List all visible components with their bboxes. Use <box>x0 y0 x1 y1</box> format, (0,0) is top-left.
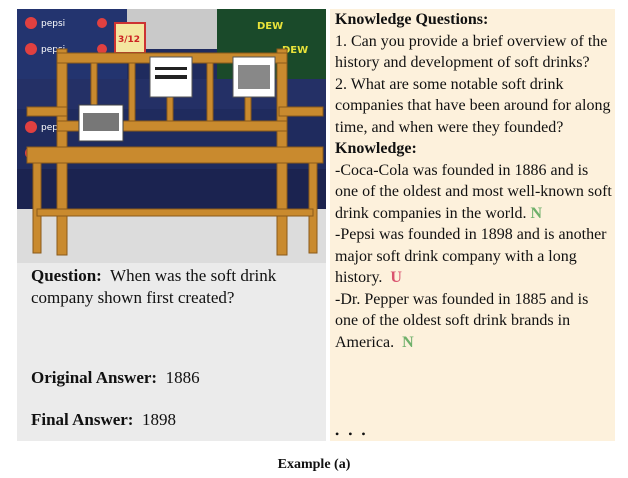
qa-block: Question: When was the soft drink compan… <box>31 265 321 429</box>
final-answer-label: Final Answer: <box>31 410 134 429</box>
original-answer: Original Answer: 1886 <box>31 367 200 389</box>
right-panel: Knowledge Questions: 1. Can you provide … <box>330 9 615 441</box>
example-caption: Example (a) <box>277 457 351 472</box>
original-answer-label: Original Answer: <box>31 368 158 387</box>
knowledge-heading: Knowledge: <box>335 140 417 157</box>
pepsi-sign-1: pepsi <box>41 19 65 29</box>
knowledge-questions-heading: Knowledge Questions: <box>335 11 489 28</box>
knowledge-question-2: 2. What are some notable soft drink comp… <box>335 75 611 136</box>
original-answer-value: 1886 <box>165 368 200 387</box>
knowledge-item-1: -Coca-Cola was founded in 1886 and is on… <box>335 160 615 225</box>
dew-sign-1: DEW <box>257 21 283 32</box>
left-panel: pepsi pepsi pepsi pepsi DEW DEW 3/12 <box>17 9 326 441</box>
novel-mark: N <box>530 204 543 222</box>
knowledge-item-2-text: -Pepsi was founded in 1898 and is anothe… <box>335 226 607 286</box>
question: Question: When was the soft drink compan… <box>31 265 321 309</box>
knowledge-item-3: -Dr. Pepper was founded in 1885 and is o… <box>335 289 615 354</box>
question-label: Question: <box>31 266 102 285</box>
price-tag: 3/12 <box>118 35 140 45</box>
ellipsis: • • • <box>335 427 369 441</box>
bench-photo-illustration: pepsi pepsi pepsi pepsi DEW DEW 3/12 <box>17 9 326 263</box>
novel-mark: N <box>402 333 414 351</box>
useful-mark: U <box>390 269 402 286</box>
knowledge-item-2: -Pepsi was founded in 1898 and is anothe… <box>335 224 615 289</box>
final-answer: Final Answer: 1898 <box>31 409 176 431</box>
knowledge-item-1-text: -Coca-Cola was founded in 1886 and is on… <box>335 161 612 222</box>
bench-photo: pepsi pepsi pepsi pepsi DEW DEW 3/12 <box>17 9 326 263</box>
final-answer-value: 1898 <box>141 410 176 429</box>
knowledge-text: Knowledge Questions: 1. Can you provide … <box>335 9 615 353</box>
knowledge-question-1: 1. Can you provide a brief overview of t… <box>335 32 608 72</box>
knowledge-item-3-text: -Dr. Pepper was founded in 1885 and is o… <box>335 290 589 351</box>
